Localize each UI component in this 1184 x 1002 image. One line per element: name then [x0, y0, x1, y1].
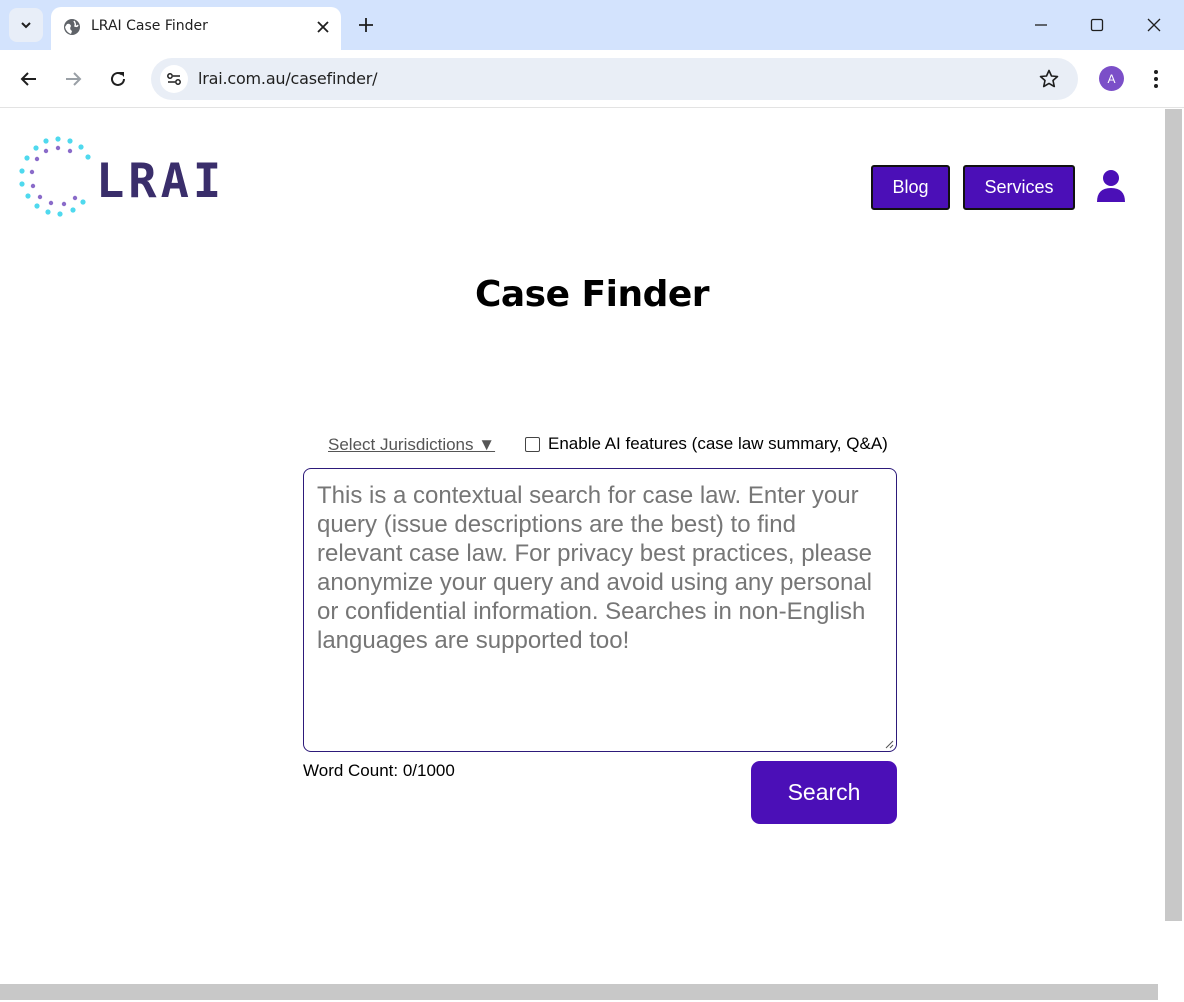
reload-icon[interactable]: [104, 65, 132, 93]
lrai-logo[interactable]: LRAI: [18, 136, 238, 218]
vertical-scrollbar-thumb[interactable]: [1165, 109, 1182, 921]
horizontal-scrollbar[interactable]: [0, 983, 1184, 1002]
close-icon[interactable]: [313, 17, 333, 37]
browser-tabstrip: LRAI Case Finder: [0, 0, 1184, 50]
browser-toolbar: lrai.com.au/casefinder/: [0, 50, 1184, 108]
maximize-icon[interactable]: [1082, 10, 1112, 40]
minimize-icon[interactable]: [1026, 10, 1056, 40]
horizontal-scrollbar-thumb[interactable]: [0, 984, 1158, 1000]
forward-arrow-icon[interactable]: [59, 65, 87, 93]
profile-avatar[interactable]: A: [1099, 66, 1124, 91]
blog-button[interactable]: Blog: [871, 165, 950, 210]
logo-dots-icon: [19, 136, 91, 217]
select-jurisdictions-dropdown[interactable]: Select Jurisdictions ▼: [328, 435, 495, 455]
chevron-down-icon: [21, 22, 31, 29]
query-textarea[interactable]: This is a contextual search for case law…: [303, 468, 897, 752]
vertical-scrollbar[interactable]: [1165, 109, 1184, 983]
tab-title: LRAI Case Finder: [91, 18, 208, 34]
ai-features-checkbox[interactable]: [525, 437, 540, 452]
query-placeholder: This is a contextual search for case law…: [317, 482, 873, 654]
url-text[interactable]: lrai.com.au/casefinder/: [198, 69, 378, 88]
site-info-icon[interactable]: [160, 65, 188, 93]
browser-tab[interactable]: LRAI Case Finder: [51, 7, 341, 50]
search-button[interactable]: Search: [751, 761, 897, 824]
resize-grip-icon[interactable]: [884, 739, 894, 749]
ai-features-label[interactable]: Enable AI features (case law summary, Q&…: [548, 434, 888, 454]
address-bar[interactable]: lrai.com.au/casefinder/: [151, 58, 1078, 100]
page-viewport: LRAI Blog Services Case Finder Select Ju…: [1, 109, 1165, 983]
logo-text: LRAI: [96, 154, 226, 209]
page-title: Case Finder: [474, 274, 710, 315]
star-icon[interactable]: [1037, 67, 1061, 91]
back-arrow-icon[interactable]: [15, 65, 43, 93]
window-close-icon[interactable]: [1139, 10, 1169, 40]
services-button[interactable]: Services: [963, 165, 1075, 210]
menu-dots-icon[interactable]: [1144, 64, 1168, 94]
tab-search-button[interactable]: [9, 8, 43, 42]
word-count: Word Count: 0/1000: [303, 761, 455, 780]
plus-icon[interactable]: [354, 13, 378, 37]
user-icon[interactable]: [1095, 169, 1127, 203]
globe-icon: [64, 19, 80, 35]
